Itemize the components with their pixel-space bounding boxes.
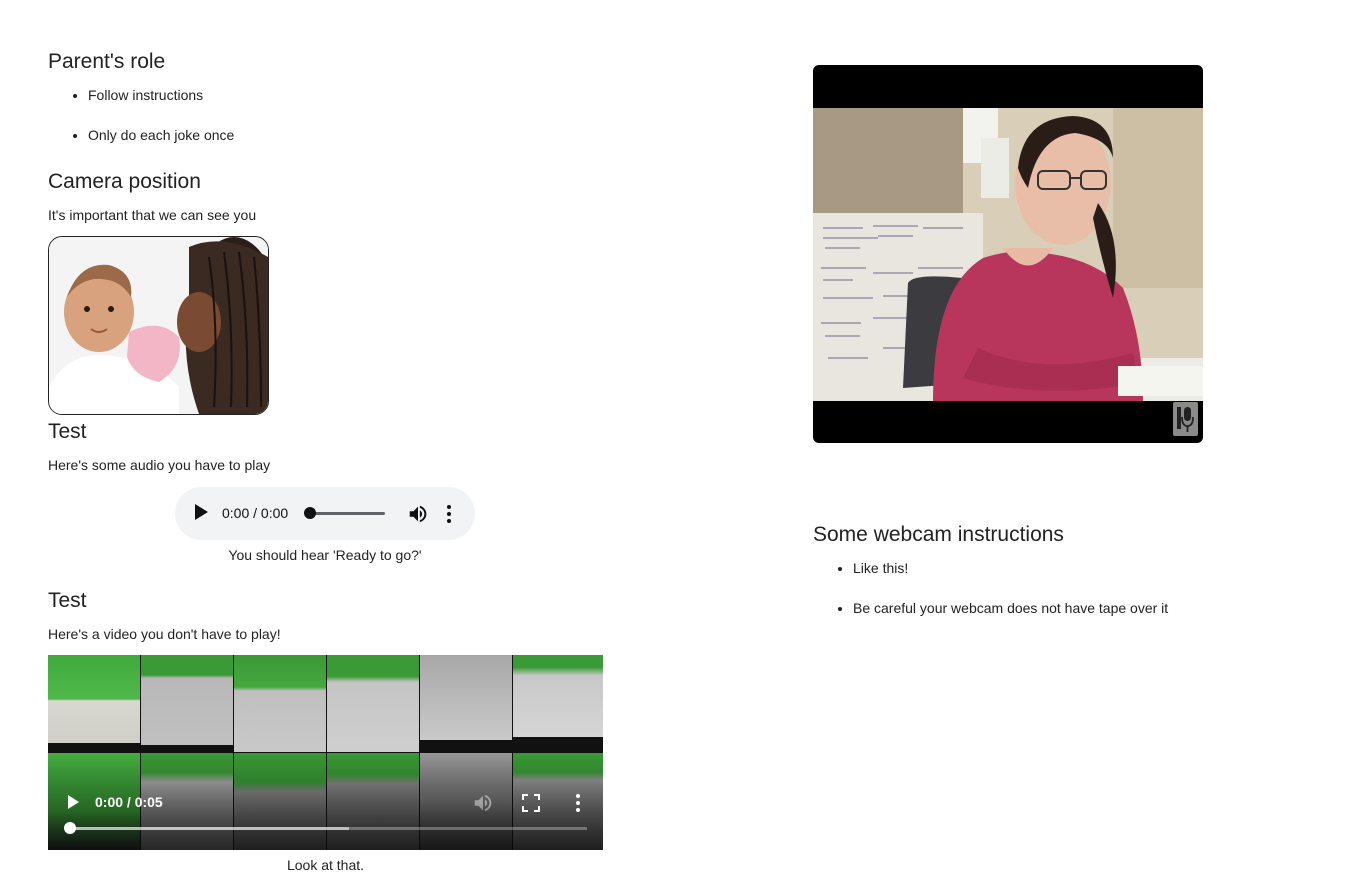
video-frame xyxy=(513,655,603,737)
video-caption: Look at that. xyxy=(286,857,365,873)
video-frame xyxy=(420,655,512,740)
parent-role-heading: Parent's role xyxy=(48,50,166,73)
volume-icon[interactable] xyxy=(407,503,429,530)
video-frame xyxy=(48,655,140,743)
audio-test-heading: Test xyxy=(48,420,87,443)
camera-position-image xyxy=(48,236,269,415)
list-item: Be careful your webcam does not have tap… xyxy=(853,600,1168,617)
audio-progress-track[interactable] xyxy=(310,512,385,515)
video-frame xyxy=(327,655,419,752)
audio-caption: You should hear 'Ready to go?' xyxy=(228,547,422,563)
list-item: Follow instructions xyxy=(88,87,234,104)
video-frame xyxy=(234,655,326,752)
list-item: Like this! xyxy=(853,560,1168,577)
microphone-icon xyxy=(1173,402,1198,436)
video-progress-handle[interactable] xyxy=(64,822,76,834)
webcam-instructions-heading: Some webcam instructions xyxy=(813,523,1064,546)
camera-position-heading: Camera position xyxy=(48,170,201,193)
audio-time: 0:00 / 0:00 xyxy=(222,505,289,521)
video-time: 0:00 / 0:05 xyxy=(95,794,163,810)
video-frame xyxy=(141,655,233,745)
list-item: Only do each joke once xyxy=(88,127,234,144)
play-icon[interactable] xyxy=(68,795,79,809)
audio-player[interactable]: 0:00 / 0:00 xyxy=(175,487,475,540)
audio-progress-handle[interactable] xyxy=(304,507,316,519)
parent-role-list: Follow instructions Only do each joke on… xyxy=(48,87,234,167)
more-options-icon[interactable] xyxy=(445,503,453,530)
more-options-icon[interactable] xyxy=(574,792,582,819)
fullscreen-icon[interactable] xyxy=(522,794,540,817)
audio-test-text: Here's some audio you have to play xyxy=(48,457,271,473)
video-test-heading: Test xyxy=(48,589,87,612)
play-icon[interactable] xyxy=(195,504,208,520)
video-player[interactable]: 0:00 / 0:05 xyxy=(48,655,603,850)
camera-position-text: It's important that we can see you xyxy=(48,207,257,223)
webcam-preview xyxy=(813,65,1203,443)
video-test-text: Here's a video you don't have to play! xyxy=(48,626,281,642)
video-buffer-bar xyxy=(70,827,349,830)
mute-icon[interactable] xyxy=(472,792,494,819)
webcam-instructions-list: Like this! Be careful your webcam does n… xyxy=(813,560,1168,640)
